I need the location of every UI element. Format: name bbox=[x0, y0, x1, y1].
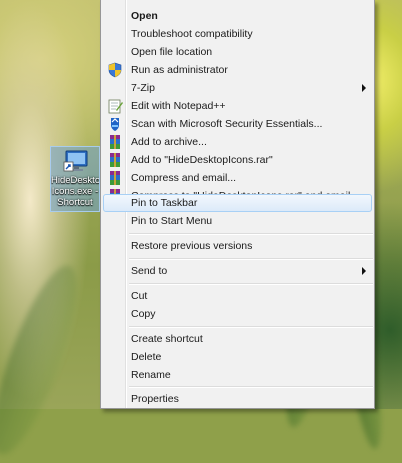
menu-item-7-zip[interactable]: 7-Zip bbox=[103, 79, 372, 97]
menu-item-label: Send to bbox=[131, 265, 168, 277]
menu-item-send-to[interactable]: Send to bbox=[103, 262, 372, 280]
context-menu: Open Troubleshoot compatibility Open fil… bbox=[100, 0, 375, 409]
menu-item-label: Rename bbox=[131, 369, 171, 381]
menu-item-label: Edit with Notepad++ bbox=[131, 100, 226, 112]
menu-item-pin-to-start-menu[interactable]: Pin to Start Menu bbox=[103, 212, 372, 230]
menu-item-add-to-archive[interactable]: Add to archive... bbox=[103, 133, 372, 151]
menu-item-label: Scan with Microsoft Security Essentials.… bbox=[131, 118, 323, 130]
menu-item-delete[interactable]: Delete bbox=[103, 348, 372, 366]
wallpaper-grass-blade bbox=[0, 257, 93, 463]
menu-item-label: Troubleshoot compatibility bbox=[131, 28, 253, 40]
menu-item-cut[interactable]: Cut bbox=[103, 287, 372, 305]
menu-item-copy[interactable]: Copy bbox=[103, 305, 372, 323]
menu-separator bbox=[129, 283, 373, 285]
menu-item-create-shortcut[interactable]: Create shortcut bbox=[103, 330, 372, 348]
menu-item-label: Open file location bbox=[131, 46, 213, 58]
menu-item-label: Properties bbox=[131, 393, 179, 405]
notepadpp-icon bbox=[108, 99, 123, 114]
menu-item-properties[interactable]: Properties bbox=[103, 390, 372, 408]
menu-item-label: Pin to Start Menu bbox=[131, 215, 213, 227]
menu-item-label: Open bbox=[131, 10, 158, 22]
menu-separator bbox=[129, 326, 373, 328]
uac-shield-icon bbox=[108, 62, 122, 78]
menu-item-troubleshoot-compatibility[interactable]: Troubleshoot compatibility bbox=[103, 25, 372, 43]
menu-item-scan-security-essentials[interactable]: Scan with Microsoft Security Essentials.… bbox=[103, 115, 372, 133]
menu-item-label: Create shortcut bbox=[131, 333, 203, 345]
menu-item-label: Add to "HideDesktopIcons.rar" bbox=[131, 154, 273, 166]
menu-item-compress-and-email[interactable]: Compress and email... bbox=[103, 169, 372, 187]
menu-item-restore-previous-versions[interactable]: Restore previous versions bbox=[103, 237, 372, 255]
menu-item-label: Delete bbox=[131, 351, 162, 363]
menu-item-label: Add to archive... bbox=[131, 136, 207, 148]
menu-item-label: Run as administrator bbox=[131, 64, 228, 76]
menu-separator bbox=[129, 258, 373, 260]
menu-separator bbox=[129, 233, 373, 235]
menu-item-label: Copy bbox=[131, 308, 156, 320]
desktop-shortcut-icon[interactable]: HideDeskto Icons.exe - Shortcut bbox=[50, 146, 100, 212]
menu-item-label: Pin to Taskbar bbox=[131, 197, 198, 209]
menu-item-run-as-administrator[interactable]: Run as administrator bbox=[103, 61, 372, 79]
menu-item-add-to-rar[interactable]: Add to "HideDesktopIcons.rar" bbox=[103, 151, 372, 169]
security-essentials-icon bbox=[111, 118, 119, 131]
menu-item-label: Restore previous versions bbox=[131, 240, 253, 252]
menu-item-label: Cut bbox=[131, 290, 148, 302]
menu-item-pin-to-taskbar[interactable]: Pin to Taskbar bbox=[103, 194, 372, 212]
menu-item-open[interactable]: Open bbox=[103, 7, 372, 25]
winrar-icon bbox=[110, 171, 120, 185]
winrar-icon bbox=[110, 135, 120, 149]
submenu-arrow-icon bbox=[362, 84, 366, 92]
winrar-icon bbox=[110, 153, 120, 167]
menu-item-edit-with-notepadpp[interactable]: Edit with Notepad++ bbox=[103, 97, 372, 115]
menu-item-label: Compress and email... bbox=[131, 172, 237, 184]
menu-separator bbox=[129, 386, 373, 388]
submenu-arrow-icon bbox=[362, 267, 366, 275]
menu-item-rename[interactable]: Rename bbox=[103, 366, 372, 384]
menu-item-open-file-location[interactable]: Open file location bbox=[103, 43, 372, 61]
application-icon bbox=[63, 150, 88, 172]
menu-item-label: 7-Zip bbox=[131, 82, 155, 94]
desktop-shortcut-label: HideDeskto Icons.exe - Shortcut bbox=[51, 175, 99, 208]
